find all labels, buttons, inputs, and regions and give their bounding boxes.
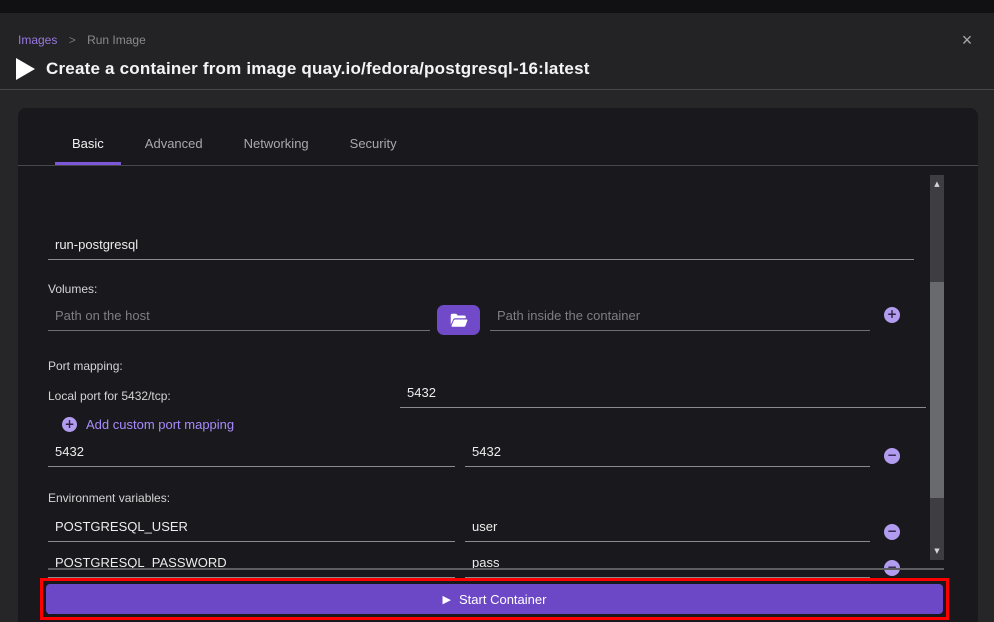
scroll-up-icon[interactable]: ▲ (930, 177, 944, 191)
volume-host-path-input[interactable] (48, 308, 430, 331)
custom-port-container-input[interactable] (465, 444, 870, 467)
breadcrumb-separator: > (69, 33, 76, 47)
environment-variables-label: Environment variables: (48, 491, 170, 505)
run-image-card: Basic Advanced Networking Security Volum… (18, 108, 978, 622)
play-icon (14, 57, 36, 81)
run-image-page: Images > Run Image × Create a container … (0, 0, 994, 622)
volume-container-path-input[interactable] (490, 308, 870, 331)
scrollbar-thumb[interactable] (930, 282, 944, 498)
tab-bar: Basic Advanced Networking Security (18, 108, 978, 166)
tab-security[interactable]: Security (333, 136, 414, 165)
port-mapping-label: Port mapping: (48, 359, 123, 373)
tab-advanced[interactable]: Advanced (128, 136, 220, 165)
page-title: Create a container from image quay.io/fe… (46, 59, 590, 79)
footer-divider (48, 568, 944, 570)
env-name-input-1[interactable] (48, 519, 455, 542)
remove-port-mapping-icon[interactable]: − (884, 448, 900, 464)
tab-networking[interactable]: Networking (227, 136, 326, 165)
env-name-input-2[interactable] (48, 555, 455, 578)
page-header: Images > Run Image × Create a container … (0, 13, 994, 90)
scroll-down-icon[interactable]: ▼ (930, 544, 944, 558)
browse-folder-button[interactable] (437, 305, 480, 335)
add-volume-icon[interactable]: + (884, 307, 900, 323)
highlight-annotation: ▶ Start Container (40, 578, 949, 620)
folder-open-icon (450, 313, 468, 328)
local-port-label: Local port for 5432/tcp: (48, 389, 171, 403)
close-icon[interactable]: × (956, 29, 978, 51)
breadcrumb-current: Run Image (87, 33, 146, 47)
env-value-input-2[interactable] (465, 555, 870, 578)
breadcrumb-images-link[interactable]: Images (18, 33, 57, 47)
add-custom-port-mapping-link[interactable]: + Add custom port mapping (62, 417, 234, 432)
tab-basic[interactable]: Basic (55, 136, 121, 165)
add-custom-port-mapping-label: Add custom port mapping (86, 417, 234, 432)
start-play-icon: ▶ (443, 593, 451, 606)
volumes-label: Volumes: (48, 282, 97, 296)
add-port-icon: + (62, 417, 77, 432)
start-container-button[interactable]: ▶ Start Container (46, 584, 943, 614)
env-value-input-1[interactable] (465, 519, 870, 542)
window-top-strip (0, 0, 994, 13)
scrollbar[interactable]: ▲ ▼ (930, 175, 944, 560)
breadcrumb: Images > Run Image (18, 33, 146, 47)
basic-tab-panel: Volumes: + Port mapping: Local port for … (18, 167, 978, 561)
custom-port-host-input[interactable] (48, 444, 455, 467)
container-name-input[interactable] (48, 237, 914, 260)
remove-env-icon-1[interactable]: − (884, 524, 900, 540)
local-port-input[interactable] (400, 385, 926, 408)
title-row: Create a container from image quay.io/fe… (14, 57, 590, 81)
start-container-label: Start Container (459, 592, 546, 607)
